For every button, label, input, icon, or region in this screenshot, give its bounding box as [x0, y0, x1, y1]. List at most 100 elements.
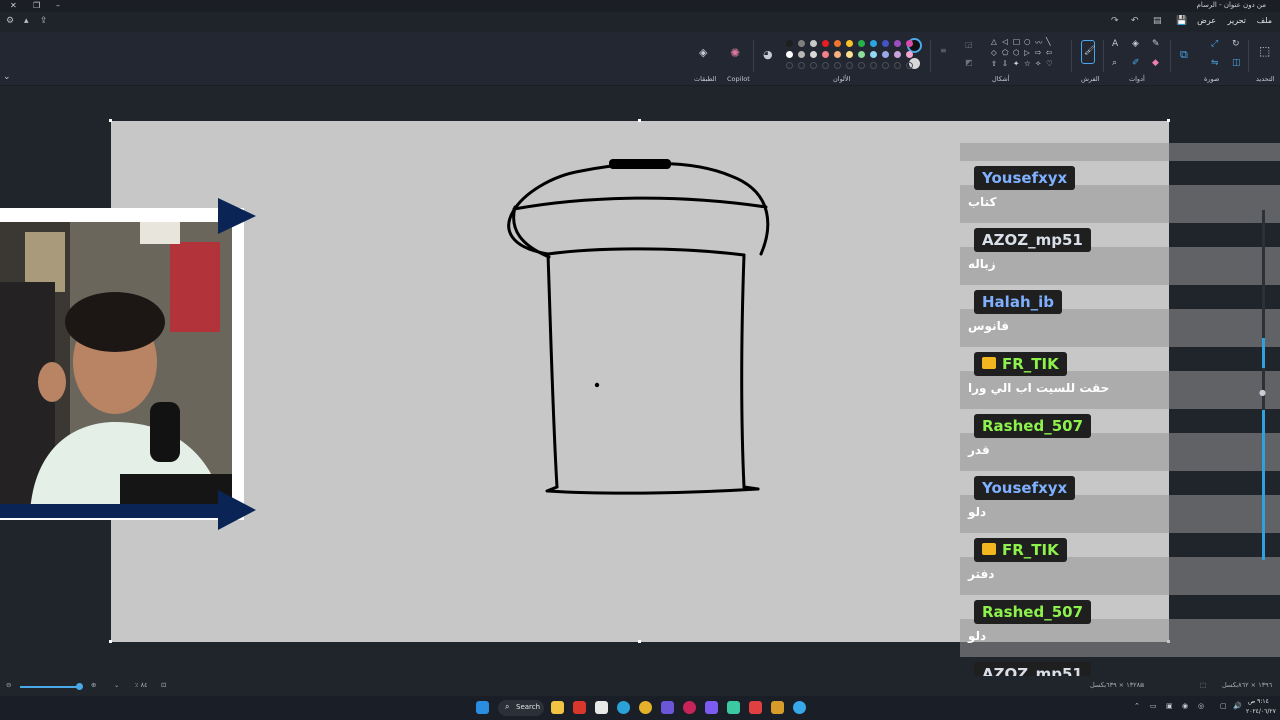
color-swatch[interactable]	[870, 51, 877, 58]
start-icon[interactable]	[476, 701, 489, 714]
color-swatch[interactable]	[810, 40, 817, 47]
flip-icon[interactable]: ⇋	[1211, 58, 1219, 68]
fill-icon[interactable]: ◈	[1132, 39, 1139, 49]
store-icon[interactable]	[595, 701, 608, 714]
custom-color-slot[interactable]	[810, 62, 817, 69]
select-icon[interactable]: ⬚	[1259, 44, 1270, 58]
menu-file[interactable]: ملف	[1257, 16, 1272, 25]
settings-icon[interactable]: ⚙	[6, 16, 14, 26]
clock-date[interactable]: ٢٠٢٤/٠٦/٢٧	[1246, 708, 1276, 715]
zoom-slider-thumb[interactable]	[76, 683, 83, 690]
file-explorer-icon[interactable]	[551, 701, 564, 714]
undo-icon[interactable]: ↶	[1131, 16, 1139, 26]
background-remove-icon[interactable]: ◫	[1232, 58, 1241, 68]
layers-icon[interactable]: ◈	[699, 46, 707, 59]
eraser-icon[interactable]: ◆	[1152, 58, 1159, 68]
color-swatch[interactable]	[798, 40, 805, 47]
color-swatch[interactable]	[858, 51, 865, 58]
zoom-dropdown-icon[interactable]: ⌄	[114, 681, 119, 689]
color-wheel-icon[interactable]: ◕	[763, 48, 773, 61]
terminal-icon[interactable]	[727, 701, 740, 714]
color-swatch[interactable]	[834, 40, 841, 47]
fill-shape-icon[interactable]: ◩	[965, 58, 973, 67]
color-swatch[interactable]	[810, 51, 817, 58]
color-swatch[interactable]	[882, 40, 889, 47]
stroke-size-icon[interactable]: ≡	[940, 46, 947, 55]
color-swatch[interactable]	[846, 51, 853, 58]
pencil-icon[interactable]: ✎	[1152, 39, 1160, 49]
menu-view[interactable]: عرض	[1197, 16, 1216, 25]
redo-icon[interactable]: ↷	[1111, 16, 1119, 26]
custom-color-slot[interactable]	[894, 62, 901, 69]
custom-color-slot[interactable]	[858, 62, 865, 69]
app-icon[interactable]	[771, 701, 784, 714]
color-swatch[interactable]	[798, 51, 805, 58]
clock-time[interactable]: ٩:١٤ ص	[1248, 698, 1269, 705]
color-swatch[interactable]	[882, 51, 889, 58]
fit-screen-icon[interactable]: ⊡	[161, 681, 166, 689]
color-swatch[interactable]	[870, 40, 877, 47]
copilot-icon[interactable]: ✺	[730, 46, 740, 60]
minimize-icon[interactable]: –	[56, 0, 60, 12]
zoom-slider[interactable]	[20, 686, 78, 688]
tray-chevron-icon[interactable]: ⌃	[1134, 702, 1140, 710]
resize-handle[interactable]	[109, 640, 112, 643]
tray-icon[interactable]: ▣	[1166, 702, 1173, 710]
brave-icon[interactable]	[573, 701, 586, 714]
custom-color-slot[interactable]	[822, 62, 829, 69]
network-icon[interactable]: ▢	[1220, 702, 1227, 710]
scrollbar-thumb[interactable]	[1262, 410, 1265, 560]
search-box[interactable]: ⌕ Search	[498, 700, 544, 716]
resize-handle[interactable]	[1167, 119, 1170, 122]
custom-color-slot[interactable]	[786, 62, 793, 69]
discord-icon[interactable]	[705, 701, 718, 714]
resize-handle[interactable]	[109, 119, 112, 122]
app-icon[interactable]	[661, 701, 674, 714]
resize-handle[interactable]	[638, 640, 641, 643]
close-icon[interactable]: ✕	[10, 0, 17, 12]
resize-handle[interactable]	[638, 119, 641, 122]
tray-icon[interactable]: ▭	[1150, 702, 1157, 710]
resize-icon[interactable]: ⤢	[1211, 39, 1218, 49]
chevron-down-icon[interactable]: ⌄	[3, 72, 11, 82]
paint-icon[interactable]	[793, 701, 806, 714]
obs-icon[interactable]	[683, 701, 696, 714]
zoom-out-icon[interactable]: ⊖	[6, 681, 11, 689]
text-icon[interactable]: A	[1112, 39, 1118, 49]
color-swatch[interactable]	[822, 40, 829, 47]
magnifier-icon[interactable]: ⌕	[1112, 58, 1117, 68]
color-swatch[interactable]	[846, 40, 853, 47]
color-swatch[interactable]	[786, 51, 793, 58]
folder-icon[interactable]: ▤	[1153, 16, 1162, 26]
scrollbar-thumb[interactable]	[1262, 338, 1265, 368]
zoom-handle-icon[interactable]: ●	[1259, 388, 1266, 397]
color-picker-icon[interactable]: ✐	[1132, 58, 1140, 68]
tray-icon[interactable]: ◉	[1182, 702, 1188, 710]
custom-color-slot[interactable]	[846, 62, 853, 69]
custom-color-slot[interactable]	[834, 62, 841, 69]
custom-color-slot[interactable]	[882, 62, 889, 69]
color-swatch[interactable]	[906, 40, 913, 47]
custom-color-slot[interactable]	[906, 62, 913, 69]
custom-color-slot[interactable]	[798, 62, 805, 69]
brush-button[interactable]: 🖌	[1081, 40, 1095, 64]
color-swatch[interactable]	[786, 40, 793, 47]
edge-icon[interactable]	[617, 701, 630, 714]
menu-edit[interactable]: تحرير	[1228, 16, 1246, 25]
color-swatch[interactable]	[822, 51, 829, 58]
app-icon[interactable]	[749, 701, 762, 714]
notification-icon[interactable]: ▴	[24, 16, 29, 26]
save-icon[interactable]: 💾	[1176, 16, 1187, 26]
chrome-icon[interactable]	[639, 701, 652, 714]
crop-icon[interactable]: ⧉	[1180, 48, 1188, 62]
color-swatch[interactable]	[894, 40, 901, 47]
rotate-icon[interactable]: ↻	[1232, 39, 1240, 49]
volume-icon[interactable]: 🔊	[1233, 702, 1242, 710]
color-swatch[interactable]	[894, 51, 901, 58]
tray-icon[interactable]: ◎	[1198, 702, 1204, 710]
color-swatch[interactable]	[906, 51, 913, 58]
restore-icon[interactable]: ❐	[33, 0, 40, 12]
color-swatch[interactable]	[834, 51, 841, 58]
custom-color-slot[interactable]	[870, 62, 877, 69]
zoom-in-icon[interactable]: ⊕	[91, 681, 96, 689]
